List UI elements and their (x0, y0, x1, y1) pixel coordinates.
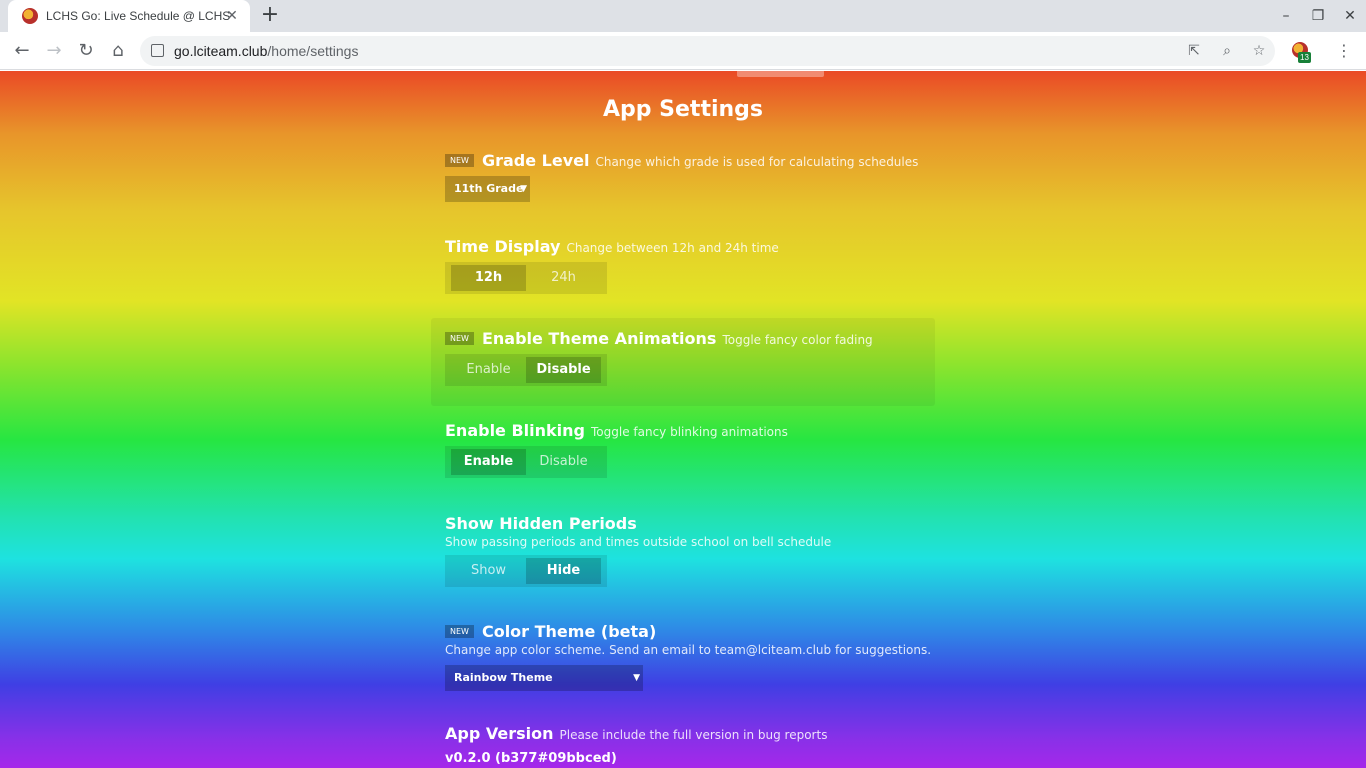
setting-description: Toggle fancy color fading (722, 333, 873, 347)
new-badge: NEW (445, 332, 474, 345)
app-version-setting: App Version Please include the full versi… (445, 724, 827, 766)
site-info-icon[interactable] (151, 44, 164, 57)
option-enable[interactable]: Enable (451, 449, 526, 475)
settings-page: App Settings NEW Grade Level Change which … (0, 71, 1366, 768)
browser-menu-icon[interactable]: ⋮ (1336, 40, 1352, 62)
setting-title: Color Theme (beta) (481, 622, 657, 641)
color-theme-setting: NEW Color Theme (beta) Change app color s… (445, 622, 931, 691)
option-24h[interactable]: 24h (526, 265, 601, 291)
restore-button[interactable]: ❐ (1308, 6, 1328, 26)
hidden-periods-setting: Show Hidden Periods Show passing periods… (445, 514, 831, 587)
setting-description: Change which grade is used for calculati… (595, 155, 919, 169)
theme-animations-toggle: Enable Disable (445, 354, 607, 386)
chevron-down-icon: ▼ (520, 184, 527, 194)
close-tab-icon[interactable]: ✕ (224, 8, 240, 24)
chevron-down-icon: ▼ (633, 673, 640, 683)
bookmark-star-icon[interactable]: ☆ (1248, 40, 1270, 62)
reload-button[interactable]: ↻ (75, 40, 97, 62)
theme-animations-setting: NEW Enable Theme Animations Toggle fancy c… (445, 329, 873, 386)
blinking-toggle: Enable Disable (445, 446, 607, 478)
setting-title: Time Display (445, 237, 561, 256)
grade-select[interactable]: 11th Grade ▼ (445, 176, 530, 202)
new-tab-button[interactable]: + (259, 4, 281, 27)
new-badge: NEW (445, 154, 474, 167)
zoom-icon[interactable]: ⌕ (1216, 40, 1238, 62)
grade-select-value: 11th Grade (454, 182, 524, 195)
time-display-setting: Time Display Change between 12h and 24h t… (445, 237, 779, 294)
forward-button[interactable]: → (43, 40, 65, 62)
tab-title: LCHS Go: Live Schedule @ LCHS (46, 9, 231, 23)
close-window-button[interactable]: ✕ (1340, 6, 1360, 26)
setting-title: Enable Blinking (445, 421, 585, 440)
setting-title: Show Hidden Periods (445, 514, 637, 533)
color-theme-select[interactable]: Rainbow Theme ▼ (445, 665, 643, 691)
setting-title: App Version (445, 724, 554, 743)
setting-title: Grade Level (481, 151, 590, 170)
setting-description: Show passing periods and times outside s… (445, 535, 832, 549)
option-12h[interactable]: 12h (451, 265, 526, 291)
open-in-app-icon[interactable]: ⇱ (1183, 40, 1205, 62)
option-show[interactable]: Show (451, 558, 526, 584)
color-theme-select-value: Rainbow Theme (454, 671, 553, 684)
option-disable[interactable]: Disable (526, 357, 601, 383)
site-favicon-icon (22, 8, 38, 24)
setting-description: Change between 12h and 24h time (566, 241, 779, 255)
time-display-toggle: 12h 24h (445, 262, 607, 294)
extension-badge: 13 (1298, 52, 1311, 63)
home-button[interactable]: ⌂ (107, 40, 129, 62)
option-hide[interactable]: Hide (526, 558, 601, 584)
option-disable[interactable]: Disable (526, 449, 601, 475)
grade-level-setting: NEW Grade Level Change which grade is used… (445, 151, 918, 202)
address-bar[interactable]: go.lciteam.club/home/settings ⇱ ⌕ ☆ (140, 36, 1275, 66)
setting-title: Enable Theme Animations (481, 329, 717, 348)
back-button[interactable]: ← (11, 40, 33, 62)
url-text: go.lciteam.club/home/settings (174, 43, 359, 59)
minimize-button[interactable]: – (1276, 6, 1296, 26)
hidden-periods-toggle: Show Hide (445, 555, 607, 587)
browser-tab[interactable]: LCHS Go: Live Schedule @ LCHS ✕ (8, 0, 250, 32)
blinking-setting: Enable Blinking Toggle fancy blinking ani… (445, 421, 788, 478)
app-version-value: v0.2.0 (b377#09bbced) (445, 751, 617, 766)
top-handle[interactable] (737, 71, 824, 77)
option-enable[interactable]: Enable (451, 357, 526, 383)
setting-description: Toggle fancy blinking animations (591, 425, 788, 439)
tab-strip: LCHS Go: Live Schedule @ LCHS ✕ + – ❐ ✕ (0, 0, 1366, 32)
new-badge: NEW (445, 625, 474, 638)
setting-description: Change app color scheme. Send an email t… (445, 643, 932, 657)
setting-description: Please include the full version in bug r… (559, 728, 828, 742)
page-title: App Settings (602, 97, 764, 122)
browser-toolbar: ← → ↻ ⌂ go.lciteam.club/home/settings ⇱ … (0, 32, 1366, 70)
